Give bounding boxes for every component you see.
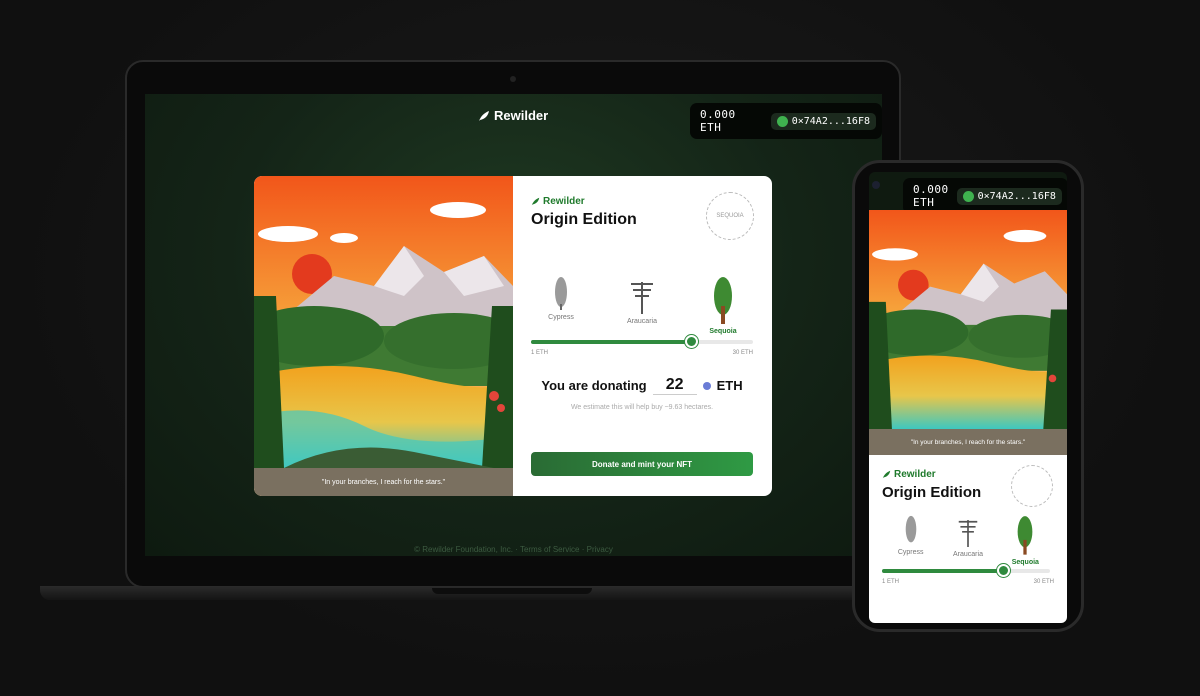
mint-panel: Rewilder Origin Edition SEQUOIA Cypress …	[513, 176, 772, 496]
tree-label-araucaria: Araucaria	[627, 318, 657, 325]
cypress-tree-icon	[905, 515, 916, 543]
nft-artwork: "In your branches, I reach for the stars…	[254, 176, 513, 496]
phone-screen: 0.000 ETH 0×74A2...16F8 "In your branche…	[869, 172, 1067, 623]
wallet-avatar-icon	[962, 190, 974, 202]
slider-max-label: 30 ETH	[732, 350, 753, 356]
wallet-avatar-icon	[776, 115, 788, 127]
artwork-caption: "In your branches, I reach for the stars…	[254, 468, 513, 496]
wallet-address: 0×74A2...16F8	[791, 115, 870, 127]
phone-tree-label-cypress: Cypress	[897, 549, 924, 556]
donate-mint-button[interactable]: Donate and mint your NFT	[531, 452, 753, 476]
phone-tree-selector: Cypress Araucaria Sequoia	[882, 515, 1054, 566]
stamp-text: SEQUOIA	[716, 213, 744, 219]
tree-selector: Cypress Araucaria Sequoia	[531, 276, 753, 335]
mockup-stage: Rewilder 0.000 ETH 0×74A2...16F8 "In you…	[0, 0, 1200, 696]
donation-currency: ETH	[716, 378, 743, 393]
phone-artwork-caption: "In your branches, I reach for the stars…	[869, 429, 1067, 455]
brand-name: Rewilder	[494, 108, 549, 123]
donation-slider[interactable]	[531, 335, 753, 348]
tree-label-cypress: Cypress	[548, 314, 574, 321]
ethereum-icon	[702, 381, 711, 390]
tree-label-sequoia: Sequoia	[709, 328, 737, 335]
sequoia-stamp-icon	[1011, 465, 1053, 507]
sequoia-tree-icon	[714, 277, 732, 324]
slider-range-labels: 1 ETH 30 ETH	[531, 350, 753, 356]
laptop-notch	[432, 588, 592, 594]
laptop-screen: Rewilder 0.000 ETH 0×74A2...16F8 "In you…	[145, 94, 882, 556]
phone-tree-label-sequoia: Sequoia	[1011, 559, 1039, 566]
phone-slider-handle[interactable]	[996, 564, 1010, 577]
phone-slider-min-label: 1 ETH	[882, 579, 900, 585]
tree-option-cypress[interactable]: Cypress	[531, 276, 591, 335]
phone-tree-option-sequoia[interactable]: Sequoia	[997, 515, 1054, 566]
donation-prefix: You are donating	[541, 378, 647, 393]
araucaria-tree-icon	[631, 282, 653, 314]
tree-option-araucaria[interactable]: Araucaria	[612, 276, 672, 335]
sequoia-stamp-icon: SEQUOIA	[706, 192, 754, 240]
cypress-tree-icon	[555, 277, 567, 310]
wallet-balance: 0.000 ETH	[700, 108, 736, 134]
phone-slider-max-label: 30 ETH	[1033, 579, 1054, 585]
phone-slider-fill	[882, 569, 1003, 573]
slider-min-label: 1 ETH	[531, 350, 549, 356]
hectare-estimate: We estimate this will help buy ~9.63 hec…	[570, 404, 714, 411]
phone-camera	[872, 181, 880, 189]
nft-mint-card: "In your branches, I reach for the stars…	[254, 176, 772, 496]
leaf-icon	[882, 470, 891, 479]
sequoia-tree-icon	[1017, 516, 1033, 555]
phone-wallet-widget[interactable]: 0.000 ETH 0×74A2...16F8	[903, 178, 1067, 214]
phone-mint-panel: Rewilder Origin Edition Cypress Araucari…	[869, 455, 1067, 585]
donation-amount-input[interactable]: 22	[652, 376, 697, 395]
phone-slider-range-labels: 1 ETH 30 ETH	[882, 579, 1054, 585]
phone-tree-option-araucaria[interactable]: Araucaria	[939, 515, 996, 566]
phone-wallet-balance: 0.000 ETH	[913, 183, 949, 209]
donation-amount-row: You are donating 22 ETH	[531, 376, 753, 395]
phone-wallet-address: 0×74A2...16F8	[977, 190, 1056, 202]
wallet-address-chip[interactable]: 0×74A2...16F8	[770, 112, 876, 130]
tree-option-sequoia[interactable]: Sequoia	[693, 276, 753, 335]
phone-nft-card: "In your branches, I reach for the stars…	[869, 210, 1067, 623]
landscape-illustration	[254, 176, 513, 496]
leaf-icon	[531, 197, 540, 206]
phone-wallet-address-chip[interactable]: 0×74A2...16F8	[956, 187, 1062, 205]
header-logo[interactable]: Rewilder	[478, 108, 548, 123]
leaf-icon	[479, 110, 489, 121]
phone-tree-option-cypress[interactable]: Cypress	[882, 515, 939, 566]
phone-tree-label-araucaria: Araucaria	[953, 551, 983, 558]
slider-handle[interactable]	[684, 335, 698, 348]
panel-brand-name: Rewilder	[543, 196, 585, 207]
phone-landscape-illustration	[869, 210, 1067, 429]
phone-donation-slider[interactable]	[882, 564, 1050, 577]
page-footer: © Rewilder Foundation, Inc. · Terms of S…	[414, 545, 613, 554]
laptop-camera	[510, 76, 516, 82]
araucaria-tree-icon	[958, 520, 978, 547]
wallet-widget[interactable]: 0.000 ETH 0×74A2...16F8	[690, 103, 882, 139]
slider-fill	[531, 340, 691, 344]
phone-panel-brand-name: Rewilder	[894, 469, 936, 480]
